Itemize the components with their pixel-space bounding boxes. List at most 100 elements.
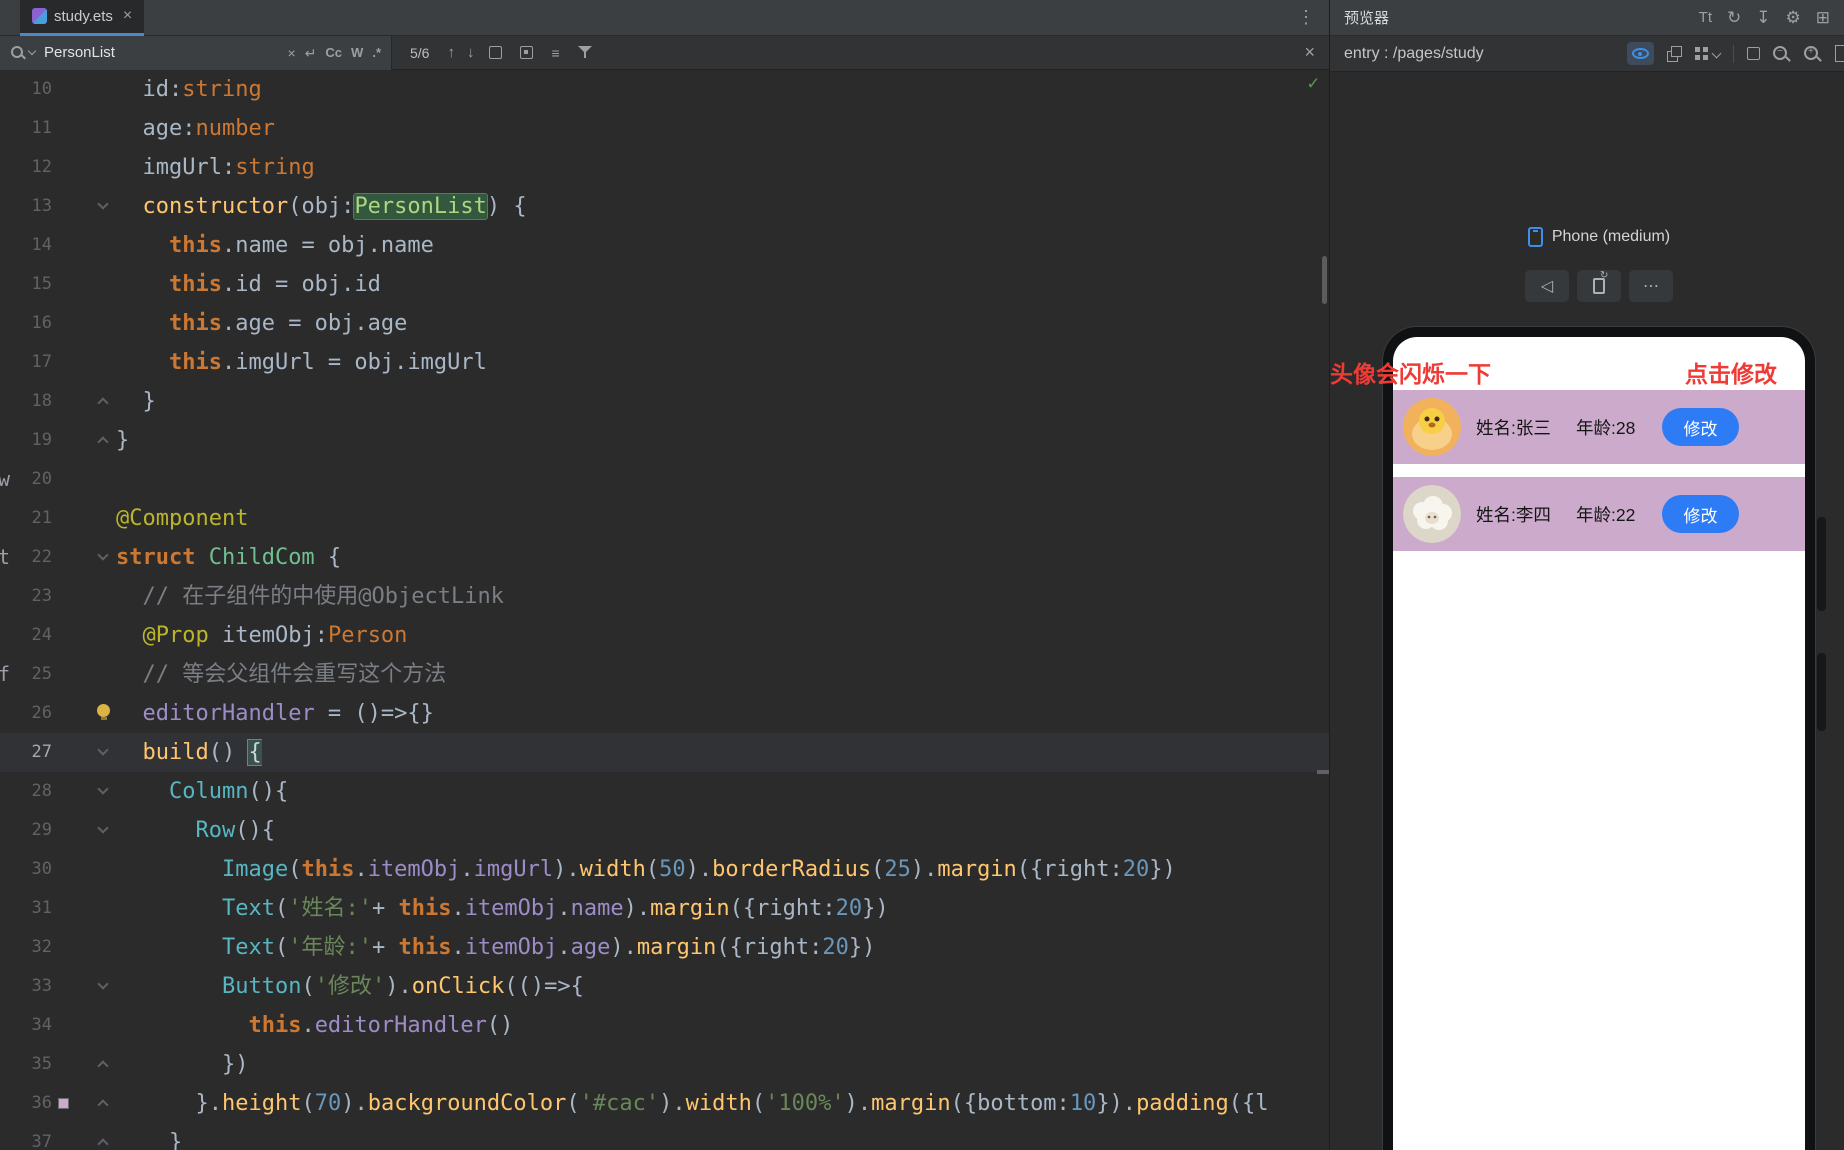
code-line[interactable]: 36 }.height(70).backgroundColor('#cac').… xyxy=(0,1084,1329,1123)
code-text[interactable]: imgUrl:string xyxy=(116,148,315,187)
line-number[interactable]: 31 xyxy=(32,889,52,928)
line-number[interactable]: 18 xyxy=(32,382,52,421)
code-text[interactable]: this.imgUrl = obj.imgUrl xyxy=(116,343,487,382)
fold-marker-icon[interactable] xyxy=(97,978,109,990)
code-line[interactable]: 19} xyxy=(0,421,1329,460)
editor-options-kebab-icon[interactable]: ⋮ xyxy=(1297,7,1315,28)
whole-words-toggle[interactable]: W xyxy=(351,45,363,60)
code-text[interactable]: constructor(obj:PersonList) { xyxy=(116,187,527,226)
line-number[interactable]: 12 xyxy=(32,148,52,187)
visibility-toggle[interactable] xyxy=(1627,42,1654,65)
line-number[interactable]: 25 xyxy=(32,655,52,694)
code-line[interactable]: 30 Image(this.itemObj.imgUrl).width(50).… xyxy=(0,850,1329,889)
fold-marker-icon[interactable] xyxy=(97,436,109,448)
line-number[interactable]: 14 xyxy=(32,226,52,265)
more-options-button[interactable]: ⋯ xyxy=(1629,270,1673,302)
code-text[interactable]: }) xyxy=(116,1045,249,1084)
line-number[interactable]: 26 xyxy=(32,694,52,733)
fit-frame-icon[interactable] xyxy=(1747,47,1760,60)
grid-view-icon[interactable] xyxy=(1695,47,1700,52)
previous-match-icon[interactable]: ↑ xyxy=(447,45,455,60)
code-text[interactable]: this.id = obj.id xyxy=(116,265,381,304)
font-settings-icon[interactable]: Tt xyxy=(1699,9,1712,26)
code-line[interactable]: 14 this.name = obj.name xyxy=(0,226,1329,265)
line-number[interactable]: 27 xyxy=(32,733,52,772)
next-match-icon[interactable]: ↓ xyxy=(467,45,475,60)
rotate-device-button[interactable] xyxy=(1577,270,1621,302)
code-line[interactable]: 37 } xyxy=(0,1123,1329,1150)
code-text[interactable]: } xyxy=(116,421,129,460)
line-number[interactable]: 33 xyxy=(32,967,52,1006)
match-case-toggle[interactable]: Cc xyxy=(325,45,342,60)
fold-marker-icon[interactable] xyxy=(97,1138,109,1150)
line-number[interactable]: 21 xyxy=(32,499,52,538)
line-number[interactable]: 37 xyxy=(32,1123,52,1150)
code-line[interactable]: 10 id:string xyxy=(0,70,1329,109)
code-text[interactable]: id:string xyxy=(116,70,262,109)
code-text[interactable]: @Prop itemObj:Person xyxy=(116,616,408,655)
fold-marker-icon[interactable] xyxy=(97,1060,109,1072)
line-number[interactable]: 29 xyxy=(32,811,52,850)
code-text[interactable]: Column(){ xyxy=(116,772,288,811)
fold-marker-icon[interactable] xyxy=(97,1099,109,1111)
code-line[interactable]: 32 Text('年龄:'+ this.itemObj.age).margin(… xyxy=(0,928,1329,967)
code-text[interactable]: @Component xyxy=(116,499,248,538)
code-line[interactable]: 22 struct ChildCom { xyxy=(0,538,1329,577)
search-history-chevron-icon[interactable] xyxy=(27,46,37,56)
code-line[interactable]: 26 editorHandler = ()=>{} xyxy=(0,694,1329,733)
regex-toggle[interactable]: .* xyxy=(372,45,381,60)
search-in-selection-icon[interactable] xyxy=(489,46,503,59)
code-text[interactable]: Text('年龄:'+ this.itemObj.age).margin({ri… xyxy=(116,928,875,967)
line-number[interactable]: 24 xyxy=(32,616,52,655)
code-text[interactable]: struct ChildCom { xyxy=(116,538,341,577)
previous-page-button[interactable]: ◁ xyxy=(1525,270,1569,302)
code-line[interactable]: 34 this.editorHandler() xyxy=(0,1006,1329,1045)
fold-marker-icon[interactable] xyxy=(97,397,109,409)
code-line[interactable]: 18 } xyxy=(0,382,1329,421)
grid-dropdown-chevron-icon[interactable] xyxy=(1711,48,1722,59)
fold-marker-icon[interactable] xyxy=(97,822,109,834)
line-number[interactable]: 17 xyxy=(32,343,52,382)
line-number[interactable]: 36 xyxy=(32,1084,52,1123)
code-text[interactable]: editorHandler = ()=>{} xyxy=(116,694,434,733)
code-line[interactable]: 25 // 等会父组件会重写这个方法 xyxy=(0,655,1329,694)
line-number[interactable]: 13 xyxy=(32,187,52,226)
code-text[interactable]: this.age = obj.age xyxy=(116,304,407,343)
code-text[interactable]: // 在子组件的中使用@ObjectLink xyxy=(116,577,504,616)
search-query-text[interactable]: PersonList xyxy=(44,44,279,61)
zoom-out-icon[interactable]: − xyxy=(1773,45,1791,63)
code-line[interactable]: 31 Text('姓名:'+ this.itemObj.name).margin… xyxy=(0,889,1329,928)
line-number[interactable]: 30 xyxy=(32,850,52,889)
zoom-in-icon[interactable]: + xyxy=(1804,45,1822,63)
inspection-ok-icon[interactable]: ✓ xyxy=(1308,72,1319,94)
clear-search-icon[interactable]: × xyxy=(288,46,296,60)
line-number[interactable]: 35 xyxy=(32,1045,52,1084)
filter-lines-icon[interactable]: ≡ xyxy=(551,45,559,61)
code-line[interactable]: 20 xyxy=(0,460,1329,499)
editor-scrollbar-thumb[interactable] xyxy=(1322,256,1327,304)
tab-close-icon[interactable]: × xyxy=(123,8,132,24)
code-line[interactable]: 33 Button('修改').onClick(()=>{ xyxy=(0,967,1329,1006)
code-line[interactable]: 11 age:number xyxy=(0,109,1329,148)
code-line[interactable]: 23 // 在子组件的中使用@ObjectLink xyxy=(0,577,1329,616)
edit-button[interactable]: 修改 xyxy=(1662,495,1739,533)
code-text[interactable]: Text('姓名:'+ this.itemObj.name).margin({r… xyxy=(116,889,889,928)
search-field[interactable]: PersonList × ↵ Cc W .* xyxy=(0,35,392,70)
line-number[interactable]: 23 xyxy=(32,577,52,616)
code-line[interactable]: 21 @Component xyxy=(0,499,1329,538)
code-text[interactable]: } xyxy=(116,1123,182,1150)
line-number[interactable]: 10 xyxy=(32,70,52,109)
code-line[interactable]: 16 this.age = obj.age xyxy=(0,304,1329,343)
fold-marker-icon[interactable] xyxy=(97,744,109,756)
fold-marker-icon[interactable] xyxy=(97,198,109,210)
search-filter-funnel-icon[interactable] xyxy=(577,46,592,59)
code-line[interactable]: 24 @Prop itemObj:Person xyxy=(0,616,1329,655)
code-text[interactable]: this.editorHandler() xyxy=(116,1006,513,1045)
code-line[interactable]: 28 Column(){ xyxy=(0,772,1329,811)
newline-icon[interactable]: ↵ xyxy=(305,46,317,60)
intention-bulb-icon[interactable] xyxy=(97,704,110,720)
code-text[interactable]: }.height(70).backgroundColor('#cac').wid… xyxy=(116,1084,1268,1123)
line-number[interactable]: 32 xyxy=(32,928,52,967)
code-line[interactable]: 27 build() { xyxy=(0,733,1329,772)
line-number[interactable]: 22 xyxy=(32,538,52,577)
